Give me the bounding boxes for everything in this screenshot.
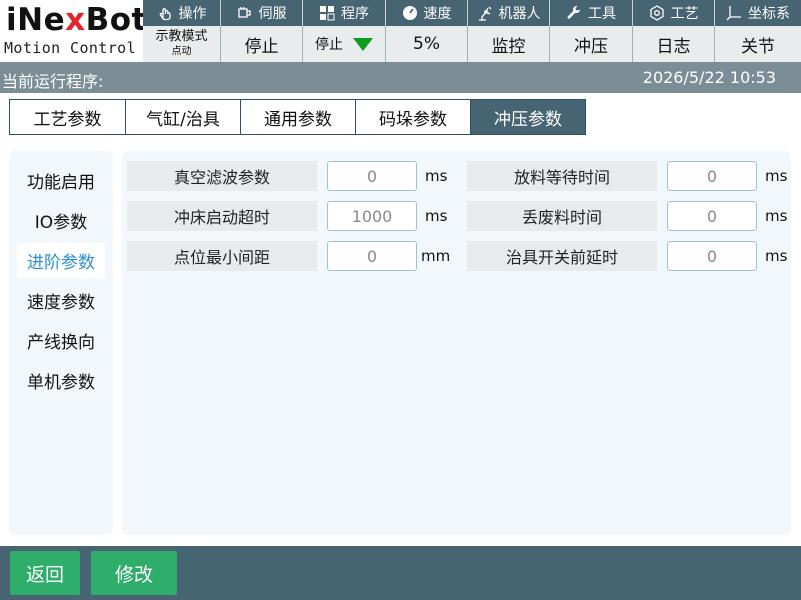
monitor-button[interactable]: 监控: [467, 26, 549, 62]
stop-mode-dropdown[interactable]: 停止: [302, 26, 385, 62]
param-label: 放料等待时间: [467, 161, 657, 191]
process-gear-icon: [649, 5, 665, 21]
nav-servo[interactable]: 伺服: [220, 0, 302, 26]
release-wait-time-input[interactable]: 0: [667, 161, 757, 191]
sidebar-item-function-enable[interactable]: 功能启用: [17, 163, 105, 198]
sidebar-item-io-params[interactable]: IO参数: [17, 203, 105, 238]
status-bar: 示教模式 点动 停止 停止 5% 监控 冲压 日志 关节: [143, 26, 801, 62]
hand-pointer-icon: [157, 5, 173, 21]
fixture-switch-delay-input[interactable]: 0: [667, 241, 757, 271]
footer-bar: 返回 修改: [0, 546, 801, 600]
wrench-icon: [566, 5, 582, 21]
datetime: 2026/5/22 10:53: [642, 68, 776, 87]
param-unit: ms: [425, 167, 448, 185]
triangle-down-icon: [353, 37, 373, 51]
param-tabs: 工艺参数 气缸/治具 通用参数 码垛参数 冲压参数: [9, 99, 586, 135]
teach-mode-button[interactable]: 示教模式 点动: [143, 26, 220, 62]
log-button[interactable]: 日志: [632, 26, 714, 62]
param-unit: ms: [765, 207, 788, 225]
min-point-spacing-input[interactable]: 0: [327, 241, 417, 271]
nav-speed[interactable]: 速度: [385, 0, 467, 26]
sidebar-item-standalone-params[interactable]: 单机参数: [17, 363, 105, 398]
scrap-drop-time-input[interactable]: 0: [667, 201, 757, 231]
program-grid-icon: [319, 5, 335, 21]
nav-program[interactable]: 程序: [302, 0, 385, 26]
nav-tool[interactable]: 工具: [549, 0, 632, 26]
robot-arm-icon: [477, 5, 493, 21]
inexbot-logo: iNexBot Motion Control: [0, 0, 146, 62]
info-bar: 当前运行程序: 2026/5/22 10:53: [0, 62, 801, 93]
param-label: 点位最小间距: [127, 241, 317, 271]
param-label: 真空滤波参数: [127, 161, 317, 191]
param-unit: ms: [765, 247, 788, 265]
sidebar: 功能启用 IO参数 进阶参数 速度参数 产线换向 单机参数: [9, 151, 113, 535]
sidebar-item-line-reversal[interactable]: 产线换向: [17, 323, 105, 358]
servo-motor-icon: [237, 5, 253, 21]
speedometer-icon: [402, 5, 418, 21]
sidebar-item-speed-params[interactable]: 速度参数: [17, 283, 105, 318]
coordinate-axes-icon: [726, 5, 742, 21]
param-label: 治具开关前延时: [467, 241, 657, 271]
sidebar-item-advanced-params[interactable]: 进阶参数: [17, 243, 105, 278]
param-label: 冲床启动超时: [127, 201, 317, 231]
nav-operation[interactable]: 操作: [143, 0, 220, 26]
back-button[interactable]: 返回: [10, 551, 80, 595]
logo-tagline: Motion Control: [4, 39, 137, 57]
tab-process-params[interactable]: 工艺参数: [9, 99, 126, 135]
top-nav: 操作 伺服 程序 速度 机器人 工具 工艺 坐标系: [143, 0, 801, 26]
nav-process[interactable]: 工艺: [632, 0, 714, 26]
param-unit: ms: [425, 207, 448, 225]
nav-robot[interactable]: 机器人: [467, 0, 549, 26]
logo-wordmark: iNexBot: [6, 2, 147, 38]
vacuum-filter-input[interactable]: 0: [327, 161, 417, 191]
tab-general-params[interactable]: 通用参数: [240, 99, 356, 135]
tab-stamping-params[interactable]: 冲压参数: [470, 99, 586, 135]
run-state-button[interactable]: 停止: [220, 26, 302, 62]
speed-button[interactable]: 5%: [385, 26, 467, 62]
tab-cylinder-fixture[interactable]: 气缸/治具: [125, 99, 241, 135]
nav-coordinate[interactable]: 坐标系: [714, 0, 801, 26]
joint-button[interactable]: 关节: [714, 26, 801, 62]
modify-button[interactable]: 修改: [91, 551, 177, 595]
stamping-button[interactable]: 冲压: [549, 26, 632, 62]
tab-palletizing-params[interactable]: 码垛参数: [355, 99, 471, 135]
current-program-label: 当前运行程序:: [2, 72, 104, 91]
param-unit: ms: [765, 167, 788, 185]
param-unit: mm: [421, 247, 451, 265]
params-panel: 真空滤波参数 0 ms 冲床启动超时 1000 ms 点位最小间距 0 mm 放…: [122, 151, 791, 535]
param-label: 丢废料时间: [467, 201, 657, 231]
app-window: iNexBot Motion Control 操作 伺服 程序 速度 机器人 工…: [0, 0, 801, 600]
press-start-timeout-input[interactable]: 1000: [327, 201, 417, 231]
